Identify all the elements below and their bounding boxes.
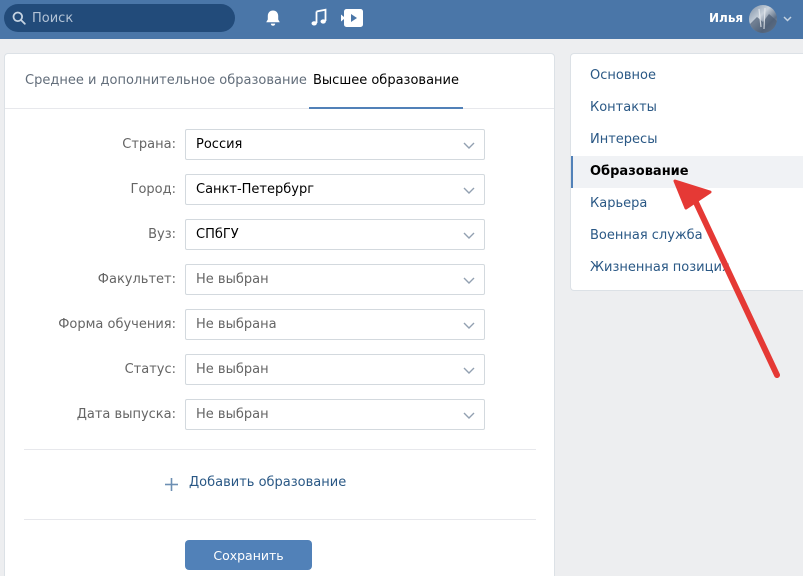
- sidebar-item-life-position[interactable]: Жизненная позиция: [571, 252, 803, 284]
- form-row-country: Страна: Россия: [5, 129, 554, 161]
- graduation-date-value: Не выбран: [196, 407, 269, 422]
- chevron-down-icon: [463, 322, 475, 329]
- search-icon: [12, 11, 26, 25]
- divider: [24, 519, 536, 520]
- avatar[interactable]: [749, 5, 777, 33]
- form-row-status: Статус: Не выбран: [5, 354, 554, 386]
- chevron-down-icon: [463, 367, 475, 374]
- divider: [24, 449, 536, 450]
- study-form-select[interactable]: Не выбрана: [185, 309, 485, 340]
- plus-icon: [165, 478, 178, 491]
- sidebar-item-interests[interactable]: Интересы: [571, 124, 803, 156]
- country-value: Россия: [196, 137, 243, 152]
- graduation-date-label: Дата выпуска:: [76, 407, 176, 422]
- sidebar-item-career[interactable]: Карьера: [571, 188, 803, 220]
- university-value: СПбГУ: [196, 227, 239, 242]
- education-edit-card: Среднее и дополнительное образование Выс…: [4, 53, 555, 576]
- country-select[interactable]: Россия: [185, 129, 485, 160]
- status-select[interactable]: Не выбран: [185, 354, 485, 385]
- city-label: Город:: [130, 182, 176, 197]
- settings-side-nav: Основное Контакты Интересы Образование К…: [570, 53, 803, 291]
- status-value: Не выбран: [196, 362, 269, 377]
- education-tabs: Среднее и дополнительное образование Выс…: [5, 54, 554, 109]
- faculty-label: Факультет:: [97, 272, 176, 287]
- chevron-down-icon: [463, 142, 475, 149]
- save-button[interactable]: Сохранить: [185, 540, 312, 570]
- search-box[interactable]: [4, 4, 235, 32]
- music-icon[interactable]: [309, 8, 329, 28]
- form-row-graduation-date: Дата выпуска: Не выбран: [5, 399, 554, 431]
- add-education-label: Добавить образование: [189, 475, 347, 490]
- study-form-label: Форма обучения:: [58, 317, 176, 332]
- city-value: Санкт-Петербург: [196, 182, 315, 197]
- city-select[interactable]: Санкт-Петербург: [185, 174, 485, 205]
- chevron-down-icon: [463, 412, 475, 419]
- sidebar-item-main[interactable]: Основное: [571, 60, 803, 92]
- university-select[interactable]: СПбГУ: [185, 219, 485, 250]
- sidebar-item-education[interactable]: Образование: [571, 156, 803, 188]
- tab-secondary-education[interactable]: Среднее и дополнительное образование: [25, 54, 307, 109]
- faculty-value: Не выбран: [196, 272, 269, 287]
- chevron-down-icon: [463, 232, 475, 239]
- form-row-study-form: Форма обучения: Не выбрана: [5, 309, 554, 341]
- status-label: Статус:: [124, 362, 176, 377]
- form-row-city: Город: Санкт-Петербург: [5, 174, 554, 206]
- chevron-down-icon: [463, 277, 475, 284]
- search-input[interactable]: [32, 4, 228, 32]
- form-row-faculty: Факультет: Не выбран: [5, 264, 554, 296]
- top-header: Илья: [0, 0, 803, 39]
- university-label: Вуз:: [148, 227, 176, 242]
- user-name[interactable]: Илья: [709, 11, 743, 25]
- tab-higher-education[interactable]: Высшее образование: [309, 54, 463, 109]
- sidebar-item-military-service[interactable]: Военная служба: [571, 220, 803, 252]
- chevron-down-icon[interactable]: [783, 16, 792, 22]
- chevron-down-icon: [463, 187, 475, 194]
- graduation-date-select[interactable]: Не выбран: [185, 399, 485, 430]
- form-row-university: Вуз: СПбГУ: [5, 219, 554, 251]
- study-form-value: Не выбрана: [196, 317, 277, 332]
- bell-icon[interactable]: [263, 8, 283, 28]
- country-label: Страна:: [122, 137, 176, 152]
- video-icon[interactable]: [340, 8, 364, 28]
- sidebar-item-contacts[interactable]: Контакты: [571, 92, 803, 124]
- faculty-select[interactable]: Не выбран: [185, 264, 485, 295]
